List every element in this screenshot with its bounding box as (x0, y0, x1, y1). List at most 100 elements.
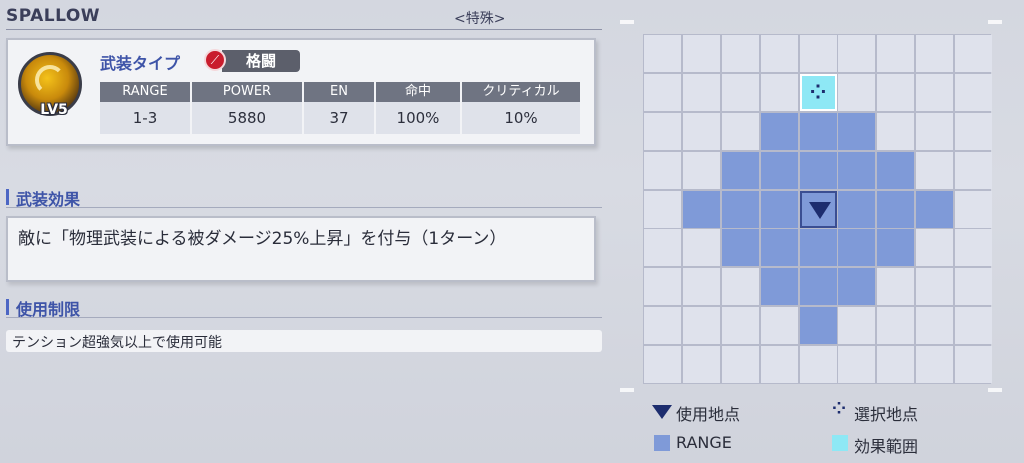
grid-cell (955, 229, 992, 267)
stat-en: EN 37 (304, 82, 374, 136)
grid-cell (644, 151, 681, 189)
grid-cell-range (799, 112, 837, 150)
grid-cell (877, 112, 915, 150)
legend: 使用地点 ⁘ 選択地点 RANGE 効果範囲 (650, 396, 980, 460)
weapon-card: LV5 武装タイプ 格闘 ⟋ RANGE 1-3 POWER 5880 EN 3… (6, 38, 596, 146)
stat-accuracy: 命中 100% (376, 82, 460, 136)
grid-cell (838, 346, 876, 383)
legend-label: 効果範囲 (854, 437, 919, 456)
grid-cell (644, 268, 681, 306)
grid-cell (955, 268, 992, 306)
grid-cell-range (799, 151, 837, 189)
stat-value: 5880 (192, 102, 302, 134)
grid-cell (877, 35, 915, 72)
grid-cell (721, 35, 759, 72)
grid-cell (955, 346, 992, 383)
restriction-heading: 使用制限 (6, 296, 602, 319)
stat-header: クリティカル (462, 82, 580, 102)
range-grid: ⁘ (643, 34, 992, 384)
grid-cell-range (721, 229, 759, 267)
grid-cell-range (799, 307, 837, 345)
grid-cell (682, 35, 720, 72)
grid-cell (644, 190, 681, 228)
grid-cell (644, 35, 681, 72)
effect-text: 敵に「物理武装による被ダメージ25%上昇」を付与（1ターン） (18, 229, 507, 249)
grid-cell-range (760, 112, 798, 150)
grid-cell (877, 268, 915, 306)
grid-cell (877, 346, 915, 383)
grid-cell-range (760, 151, 798, 189)
grid-cell-select-point: ⁘ (799, 73, 837, 111)
grid-cell (877, 307, 915, 345)
grid-cell (955, 307, 992, 345)
grid-cell-range (838, 190, 876, 228)
stat-header: POWER (192, 82, 302, 102)
legend-label: RANGE (676, 433, 732, 452)
effect-range-swatch-icon (832, 435, 848, 451)
grid-cell (721, 112, 759, 150)
stat-power: POWER 5880 (192, 82, 302, 136)
range-grid-panel: ⁘ (620, 20, 1002, 392)
stats-table: RANGE 1-3 POWER 5880 EN 37 命中 100% クリティカ… (100, 82, 582, 136)
restriction-box: テンション超強気以上で使用可能 (6, 330, 602, 352)
grid-cell (644, 73, 681, 111)
slash-icon: ⟋ (204, 49, 226, 71)
grid-cell (955, 151, 992, 189)
effect-box: 敵に「物理武装による被ダメージ25%上昇」を付与（1ターン） (6, 216, 596, 282)
grid-cell-range (721, 190, 759, 228)
grid-cell-range (877, 190, 915, 228)
grid-cell (955, 112, 992, 150)
legend-label: 選択地点 (854, 405, 919, 424)
grid-cell-range (838, 268, 876, 306)
grid-cell (916, 307, 954, 345)
weapon-level: LV5 (40, 102, 68, 118)
stat-header: EN (304, 82, 374, 102)
grid-cell-range (838, 229, 876, 267)
restriction-text: テンション超強気以上で使用可能 (12, 335, 222, 351)
grid-cell-range (799, 268, 837, 306)
weapon-category: <特殊> (454, 11, 506, 27)
grid-cell-range (721, 151, 759, 189)
grid-cell (682, 73, 720, 111)
stat-critical: クリティカル 10% (462, 82, 580, 136)
effect-heading: 武装効果 (6, 186, 602, 209)
range-swatch-icon (654, 435, 670, 451)
grid-cell-range (916, 190, 954, 228)
grid-cell (916, 112, 954, 150)
grid-cell (682, 268, 720, 306)
grid-cell (682, 307, 720, 345)
grid-cell-range (877, 151, 915, 189)
stat-range: RANGE 1-3 (100, 82, 190, 136)
weapon-type-value: 格闘 (222, 50, 300, 72)
grid-cell-range (799, 229, 837, 267)
triangle-marker-icon (808, 201, 831, 219)
grid-cell (760, 346, 798, 383)
cross-marker-icon: ⁘ (809, 79, 827, 104)
grid-cell (955, 73, 992, 111)
grid-cell-range (838, 151, 876, 189)
grid-cell-use-point (799, 190, 837, 228)
grid-cell (799, 346, 837, 383)
grid-cell (682, 229, 720, 267)
grid-cell-range (760, 268, 798, 306)
stat-value: 100% (376, 102, 460, 134)
grid-cell (760, 35, 798, 72)
grid-cell (721, 73, 759, 111)
grid-cell (877, 73, 915, 111)
grid-cell (916, 35, 954, 72)
grid-cell (682, 346, 720, 383)
grid-cell (838, 307, 876, 345)
grid-cell (799, 35, 837, 72)
grid-cell (838, 35, 876, 72)
grid-cell (644, 229, 681, 267)
grid-cell (721, 307, 759, 345)
grid-cell (760, 307, 798, 345)
grid-cell (721, 268, 759, 306)
grid-cell (682, 151, 720, 189)
stat-value: 10% (462, 102, 580, 134)
cross-marker-icon: ⁘ (831, 399, 847, 419)
restriction-heading-text: 使用制限 (16, 300, 81, 319)
stat-header: RANGE (100, 82, 190, 102)
grid-cell (916, 229, 954, 267)
weapon-type-label: 武装タイプ (100, 54, 181, 73)
